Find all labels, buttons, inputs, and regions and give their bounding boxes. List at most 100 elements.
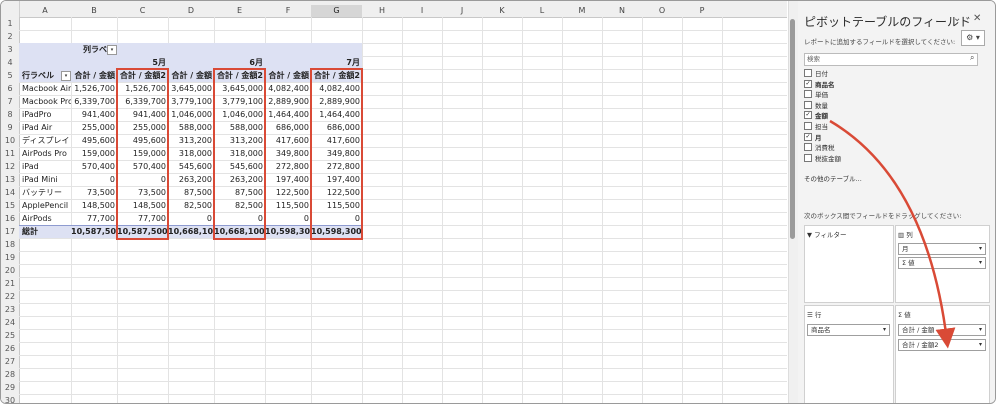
column-header-D[interactable]: D [168,5,214,17]
row-header-21[interactable]: 21 [1,277,20,290]
chevron-down-icon[interactable]: ▾ [979,244,982,254]
column-header-F[interactable]: F [265,5,311,17]
pivot-row-name: Macbook Air [22,84,71,93]
spreadsheet-grid[interactable]: ABCDEFGHIJKLMNOP 1 2 3 4 5 6 7 8 9 10 11 12 13 14 15 16… [1,1,787,403]
row-header-17[interactable]: 17 [1,225,20,238]
select-all-corner[interactable] [1,1,20,18]
field-item[interactable]: 消費税 [804,143,835,153]
row-header-15[interactable]: 15 [1,199,20,212]
column-header-N[interactable]: N [602,5,642,17]
row-header-27[interactable]: 27 [1,355,20,368]
filter-area-header: ▼ フィルター [807,231,847,239]
row-header-16[interactable]: 16 [1,212,20,225]
column-header-H[interactable]: H [362,5,402,17]
row-header-28[interactable]: 28 [1,368,20,381]
checkbox[interactable] [804,69,812,77]
row-header-23[interactable]: 23 [1,303,20,316]
row-header-9[interactable]: 9 [1,121,20,134]
checkbox[interactable]: ✓ [804,79,812,88]
column-header-C[interactable]: C [117,5,168,17]
row-header-25[interactable]: 25 [1,329,20,342]
pivot-cell: 115,500 [275,201,309,210]
pivot-column-label[interactable]: 列ラベル [19,43,117,56]
row-header-26[interactable]: 26 [1,342,20,355]
row-header-7[interactable]: 7 [1,95,20,108]
column-header-B[interactable]: B [71,5,117,17]
more-tables-link[interactable]: その他のテーブル... [804,173,862,183]
column-header-E[interactable]: E [214,5,265,17]
chevron-down-icon[interactable]: ⌄ [953,13,961,24]
row-header-14[interactable]: 14 [1,186,20,199]
row-header-11[interactable]: 11 [1,147,20,160]
value-chip-amount[interactable]: 合計 / 金額 ▾ [898,324,986,336]
column-header-J[interactable]: J [442,5,482,17]
field-label: 単価 [815,91,828,100]
row-header-4[interactable]: 4 [1,56,20,69]
checkbox[interactable] [804,153,812,162]
column-header-O[interactable]: O [642,5,682,17]
checkbox[interactable] [804,90,812,99]
chevron-down-icon[interactable]: ▾ [979,258,982,268]
column-header-P[interactable]: P [682,5,722,17]
field-item[interactable]: ✓ 商品名 [804,79,835,90]
row-header-6[interactable]: 6 [1,82,20,95]
field-item[interactable]: ✓ 月 [804,132,822,143]
checkbox[interactable]: ✓ [804,111,812,120]
column-header-A[interactable]: A [19,5,71,17]
pivot-row-name: AirPods Pro [22,149,67,158]
pivot-cell: 272,800 [275,162,309,171]
pivot-cell: 570,400 [81,162,115,171]
scrollbar-thumb[interactable] [790,19,795,239]
column-header-G[interactable]: G [311,5,362,17]
row-header-13[interactable]: 13 [1,173,20,186]
row-header-10[interactable]: 10 [1,134,20,147]
checkbox[interactable] [804,143,812,152]
rows-area[interactable] [804,305,894,403]
field-item[interactable]: 税抜金額 [804,153,841,164]
filter-dropdown-icon[interactable]: ▾ [61,71,71,81]
row-header-29[interactable]: 29 [1,381,20,394]
field-item[interactable]: 単価 [804,90,828,100]
row-chip-product[interactable]: 商品名 ▾ [807,324,890,336]
row-header-20[interactable]: 20 [1,264,20,277]
row-header-12[interactable]: 12 [1,160,20,173]
pivot-cell: 82,500 [184,201,212,210]
row-header-8[interactable]: 8 [1,108,20,121]
chevron-down-icon[interactable]: ▾ [979,340,982,350]
row-header-2[interactable]: 2 [1,30,20,43]
row-header-19[interactable]: 19 [1,251,20,264]
row-header-3[interactable]: 3 [1,43,20,56]
checkbox[interactable]: ✓ [804,132,812,141]
column-chip-month[interactable]: 月 ▾ [898,243,986,255]
field-item[interactable]: 日付 [804,69,828,79]
value-chip-amount2[interactable]: 合計 / 金額2 ▾ [898,339,986,351]
values-area[interactable] [895,305,990,403]
gear-icon[interactable]: ⚙ ▾ [961,30,985,46]
row-header-24[interactable]: 24 [1,316,20,329]
row-header-30[interactable]: 30 [1,394,20,403]
chevron-down-icon[interactable]: ▾ [883,325,886,335]
row-header-1[interactable]: 1 [1,17,20,30]
drag-instruction: 次のボックス間でフィールドをドラッグしてください: [804,212,962,220]
column-header-M[interactable]: M [562,5,602,17]
field-item[interactable]: ✓ 金額 [804,111,828,121]
checkbox[interactable] [804,100,812,109]
column-chip-values[interactable]: Σ 値 ▾ [898,257,986,269]
pivot-cell: 122,500 [275,188,309,197]
row-header-22[interactable]: 22 [1,290,20,303]
close-icon[interactable]: ✕ [973,13,981,24]
filter-dropdown-icon[interactable]: ▾ [107,45,117,55]
field-item[interactable]: 担当 [804,122,828,132]
column-header-K[interactable]: K [482,5,522,17]
column-header-L[interactable]: L [522,5,562,17]
excel-window: ABCDEFGHIJKLMNOP 1 2 3 4 5 6 7 8 9 10 11 12 13 14 15 16… [0,0,996,404]
row-header-5[interactable]: 5 [1,69,20,82]
gridline [402,17,403,403]
row-header-18[interactable]: 18 [1,238,20,251]
checkbox[interactable] [804,122,812,130]
pivot-cell: 255,000 [81,123,115,132]
search-input[interactable]: 検索 [804,53,978,66]
chevron-down-icon[interactable]: ▾ [979,325,982,335]
field-item[interactable]: 数量 [804,100,828,111]
column-header-I[interactable]: I [402,5,442,17]
